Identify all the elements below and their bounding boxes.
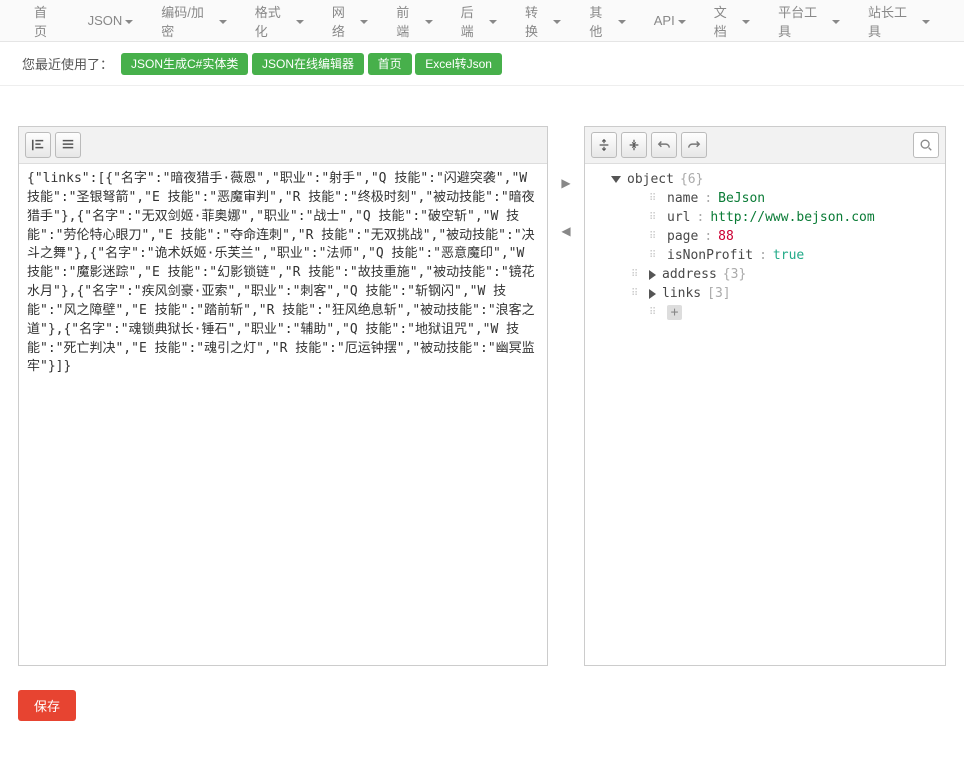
tree-row[interactable]: ⠿name : BeJson bbox=[589, 189, 941, 208]
tree-key: page bbox=[667, 229, 698, 244]
grip-icon: ⠿ bbox=[649, 212, 661, 223]
tree-value: true bbox=[773, 248, 804, 263]
json-tree[interactable]: object {6} ⠿name : BeJson⠿url : http://w… bbox=[585, 164, 945, 665]
tree-root-count: {6} bbox=[680, 172, 703, 187]
tree-value: http://www.bejson.com bbox=[710, 210, 874, 225]
nav-item[interactable]: 文档 bbox=[700, 0, 764, 51]
arrow-right-icon[interactable]: ▶ bbox=[561, 176, 570, 190]
nav-item[interactable]: API bbox=[640, 2, 700, 39]
toggle-icon[interactable] bbox=[611, 176, 621, 183]
nav-item[interactable]: 前端 bbox=[382, 0, 446, 51]
source-toolbar bbox=[19, 127, 547, 164]
chevron-down-icon bbox=[553, 20, 561, 24]
recent-tag[interactable]: 首页 bbox=[368, 53, 412, 75]
nav-item[interactable]: 后端 bbox=[447, 0, 511, 51]
chevron-down-icon bbox=[360, 20, 368, 24]
tree-key: name bbox=[667, 191, 698, 206]
tree-meta: [3] bbox=[707, 286, 730, 301]
undo-icon[interactable] bbox=[651, 132, 677, 158]
grip-icon: ⠿ bbox=[649, 231, 661, 242]
arrow-left-icon[interactable]: ◀ bbox=[561, 224, 570, 238]
recent-tag[interactable]: JSON在线编辑器 bbox=[252, 53, 364, 75]
chevron-down-icon bbox=[219, 20, 227, 24]
chevron-down-icon bbox=[125, 20, 133, 24]
tree-row[interactable]: ⠿ links [3] bbox=[589, 284, 941, 303]
workspace: {"links":[{"名字":"暗夜猎手·薇恩","职业":"射手","Q 技… bbox=[0, 86, 964, 676]
recent-tag[interactable]: JSON生成C#实体类 bbox=[121, 53, 248, 75]
chevron-down-icon bbox=[678, 20, 686, 24]
expand-all-icon[interactable] bbox=[591, 132, 617, 158]
source-code-text: {"links":[{"名字":"暗夜猎手·薇恩","职业":"射手","Q 技… bbox=[27, 170, 539, 377]
grip-icon: ⠿ bbox=[631, 288, 643, 299]
chevron-down-icon bbox=[742, 20, 750, 24]
tree-row[interactable]: ⠿isNonProfit : true bbox=[589, 246, 941, 265]
tree-row[interactable]: ⠿ address {3} bbox=[589, 265, 941, 284]
top-navbar: 首页JSON编码/加密格式化网络前端后端转换其他API文档平台工具站长工具 bbox=[0, 0, 964, 42]
tree-row[interactable]: ⠿page : 88 bbox=[589, 227, 941, 246]
chevron-down-icon bbox=[489, 20, 497, 24]
align-left-icon[interactable] bbox=[25, 132, 51, 158]
recent-tag[interactable]: Excel转Json bbox=[415, 53, 502, 75]
nav-item[interactable]: 站长工具 bbox=[854, 0, 944, 51]
tree-key: url bbox=[667, 210, 690, 225]
tree-meta: {3} bbox=[723, 267, 746, 282]
tree-key: links bbox=[662, 286, 701, 301]
grip-icon: ⠿ bbox=[631, 269, 643, 280]
add-icon[interactable]: + bbox=[667, 305, 682, 320]
nav-item[interactable]: 其他 bbox=[575, 0, 639, 51]
chevron-down-icon bbox=[922, 20, 930, 24]
chevron-down-icon bbox=[832, 20, 840, 24]
toggle-icon[interactable] bbox=[649, 289, 656, 299]
tree-value: 88 bbox=[718, 229, 734, 244]
tree-key: isNonProfit bbox=[667, 248, 753, 263]
grip-icon: ⠿ bbox=[649, 193, 661, 204]
tree-panel: object {6} ⠿name : BeJson⠿url : http://w… bbox=[584, 126, 946, 666]
chevron-down-icon bbox=[425, 20, 433, 24]
nav-item[interactable]: 格式化 bbox=[241, 0, 318, 51]
nav-item[interactable]: 编码/加密 bbox=[147, 0, 240, 51]
chevron-down-icon bbox=[296, 20, 304, 24]
grip-icon: ⠿ bbox=[649, 250, 661, 261]
save-button[interactable]: 保存 bbox=[18, 690, 76, 721]
tree-root-label: object bbox=[627, 172, 674, 187]
nav-item[interactable]: 平台工具 bbox=[764, 0, 854, 51]
justify-icon[interactable] bbox=[55, 132, 81, 158]
chevron-down-icon bbox=[618, 20, 626, 24]
tree-toolbar bbox=[585, 127, 945, 164]
redo-icon[interactable] bbox=[681, 132, 707, 158]
bottom-bar: 保存 bbox=[0, 676, 964, 735]
collapse-all-icon[interactable] bbox=[621, 132, 647, 158]
source-textarea[interactable]: {"links":[{"名字":"暗夜猎手·薇恩","职业":"射手","Q 技… bbox=[19, 164, 547, 665]
nav-item[interactable]: 转换 bbox=[511, 0, 575, 51]
transfer-arrows: ▶ ◀ bbox=[556, 126, 576, 666]
recent-label: 您最近使用了： bbox=[22, 54, 113, 73]
search-icon[interactable] bbox=[913, 132, 939, 158]
nav-item[interactable]: JSON bbox=[74, 2, 148, 39]
tree-row[interactable]: ⠿url : http://www.bejson.com bbox=[589, 208, 941, 227]
tree-value: BeJson bbox=[718, 191, 765, 206]
toggle-icon[interactable] bbox=[649, 270, 656, 280]
grip-icon: ⠿ bbox=[649, 307, 661, 318]
tree-key: address bbox=[662, 267, 717, 282]
nav-item[interactable]: 网络 bbox=[318, 0, 382, 51]
source-panel: {"links":[{"名字":"暗夜猎手·薇恩","职业":"射手","Q 技… bbox=[18, 126, 548, 666]
nav-item[interactable]: 首页 bbox=[20, 0, 74, 51]
